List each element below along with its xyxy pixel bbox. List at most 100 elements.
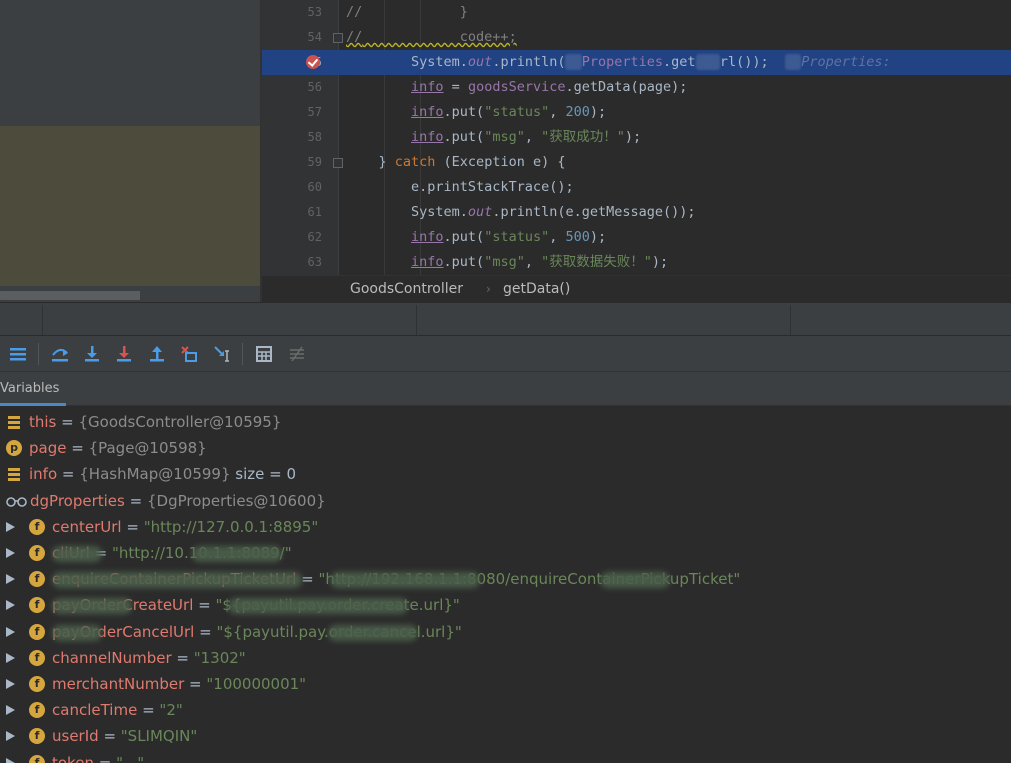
line-number[interactable]: 56	[262, 75, 322, 100]
line-number[interactable]: 59	[262, 150, 322, 175]
variable-row[interactable]: fpayOrderCancelUrl = "${payutil.pay.orde…	[0, 619, 1011, 645]
line-number[interactable]: 62	[262, 225, 322, 250]
code-token: out	[467, 204, 493, 220]
field-icon: f	[29, 702, 45, 719]
code-text: info.put("status", 200);	[346, 100, 606, 125]
expand-arrow-icon[interactable]	[6, 548, 15, 558]
code-token: info	[411, 254, 444, 270]
code-line[interactable]: 58 info.put("msg", "获取成功！");	[262, 125, 1011, 150]
code-line[interactable]: 63 info.put("msg", "获取数据失败！");	[262, 250, 1011, 275]
line-number[interactable]: 54	[262, 25, 322, 50]
variable-row[interactable]: f cancleTime = "2"	[0, 697, 1011, 723]
variable-value: "SLIMQIN"	[120, 727, 198, 746]
object-stack-icon	[6, 466, 22, 482]
field-icon: f	[29, 623, 45, 640]
variable-row[interactable]: info = {HashMap@10599} size = 0	[0, 461, 1011, 487]
show-execution-point-icon[interactable]	[6, 342, 30, 366]
equals-sign: =	[121, 517, 144, 536]
structure-panel-selection	[0, 126, 262, 286]
line-number[interactable]: 53	[262, 0, 322, 25]
variable-row[interactable]: f channelNumber = "1302"	[0, 645, 1011, 671]
code-line[interactable]: 56 info = goodsService.getData(page);	[262, 75, 1011, 100]
code-line[interactable]: 57 info.put("status", 200);	[262, 100, 1011, 125]
line-number[interactable]: 57	[262, 100, 322, 125]
breadcrumb-class[interactable]: GoodsController	[350, 276, 463, 303]
line-number[interactable]: 58	[262, 125, 322, 150]
variable-row[interactable]: fenquireContainerPickupTicketUrl = "http…	[0, 566, 1011, 592]
variable-value: {GoodsController@10595}	[78, 413, 282, 431]
code-line[interactable]: 53 // }	[262, 0, 1011, 25]
variable-row[interactable]: p page = {Page@10598}	[0, 435, 1011, 461]
expand-arrow-icon[interactable]	[6, 731, 15, 742]
equals-sign: =	[124, 491, 147, 510]
variable-row[interactable]: f centerUrl = "http://127.0.0.1:8895"	[0, 514, 1011, 540]
breadcrumb-separator: ›	[486, 282, 491, 296]
line-number[interactable]: 61	[262, 200, 322, 225]
variable-name: cancleTime = "2"	[52, 697, 183, 723]
code-token: info	[411, 79, 444, 95]
line-number[interactable]: 60	[262, 175, 322, 200]
variable-value: {Page@10598}	[88, 439, 207, 458]
code-token: );	[624, 129, 642, 145]
variable-name-text: userId	[52, 727, 99, 746]
code-token: info	[411, 104, 444, 120]
evaluate-expression-icon[interactable]	[252, 342, 276, 366]
variable-row[interactable]: fcliUrl = "http://10.10.1.1:8089/"	[0, 540, 1011, 566]
step-into-icon[interactable]	[80, 342, 104, 366]
code-token: System.	[346, 54, 468, 70]
variables-tree[interactable]: this = {GoodsController@10595} p page = {P…	[0, 406, 1011, 763]
expand-arrow-icon[interactable]	[6, 521, 15, 532]
tab-variables[interactable]: Variables	[0, 372, 66, 406]
variable-row[interactable]: f merchantNumber = "100000001"	[0, 671, 1011, 697]
variable-value: {HashMap@10599}	[79, 465, 231, 484]
field-icon: f	[29, 728, 45, 745]
expand-arrow-icon[interactable]	[6, 757, 15, 763]
parameter-icon: p	[6, 440, 22, 457]
debug-toolbar	[0, 336, 1011, 372]
variable-row[interactable]: this = {GoodsController@10595}	[0, 409, 1011, 435]
variable-value: "1302"	[193, 648, 246, 667]
redaction-smudge	[192, 546, 282, 562]
code-token: Ces	[695, 54, 720, 70]
code-line[interactable]: 54 // code++;	[262, 25, 1011, 50]
code-line[interactable]: 55 System.out.println(dgProperties.getCe…	[262, 50, 1011, 75]
code-token: .put(	[443, 229, 485, 245]
code-token: Properties	[581, 54, 664, 70]
step-out-icon[interactable]	[145, 342, 169, 366]
variable-row[interactable]: dgProperties = {DgProperties@10600}	[0, 488, 1011, 514]
code-token: );	[589, 104, 607, 120]
variable-row[interactable]: fpayOrderCreateUrl = "${payutil.pay.orde…	[0, 592, 1011, 618]
expand-arrow-icon[interactable]	[6, 626, 15, 637]
code-line[interactable]: 59 } catch (Exception e) {	[262, 150, 1011, 175]
expand-arrow-icon[interactable]	[6, 574, 15, 585]
code-token: =	[443, 79, 468, 95]
code-token: (Exception e) {	[435, 154, 566, 170]
equals-sign: =	[171, 648, 194, 667]
run-to-cursor-icon[interactable]	[211, 342, 235, 366]
force-step-into-icon[interactable]	[112, 342, 136, 366]
structure-hscrollbar-thumb[interactable]	[0, 291, 140, 300]
variable-value: {DgProperties@10600}	[146, 491, 326, 510]
line-number[interactable]: 63	[262, 250, 322, 275]
trace-current-stream-icon[interactable]	[285, 342, 309, 366]
fold-marker-icon[interactable]	[333, 33, 343, 43]
breadcrumb-method[interactable]: getData()	[503, 276, 570, 303]
breakpoint-icon[interactable]	[306, 55, 320, 69]
expand-arrow-icon[interactable]	[6, 679, 15, 689]
code-line[interactable]: 61 System.out.println(e.getMessage());	[262, 200, 1011, 225]
code-editor[interactable]: 53// }54// code++;55 System.out.println(…	[262, 0, 1011, 275]
code-line[interactable]: 62 info.put("status", 500);	[262, 225, 1011, 250]
variable-row[interactable]: f token = "..."	[0, 750, 1011, 763]
variable-size: size = 0	[230, 465, 297, 484]
step-over-icon[interactable]	[48, 342, 72, 366]
drop-frame-icon[interactable]	[178, 342, 202, 366]
variable-row[interactable]: f userId = "SLIMQIN"	[0, 723, 1011, 749]
breadcrumb: GoodsController › getData()	[262, 275, 1011, 302]
code-text: e.printStackTrace();	[346, 175, 574, 200]
code-line[interactable]: 60 e.printStackTrace();	[262, 175, 1011, 200]
expand-arrow-icon[interactable]	[6, 705, 15, 716]
fold-marker-icon[interactable]	[333, 158, 343, 168]
expand-arrow-icon[interactable]	[6, 652, 15, 663]
expand-arrow-icon[interactable]	[6, 600, 15, 611]
